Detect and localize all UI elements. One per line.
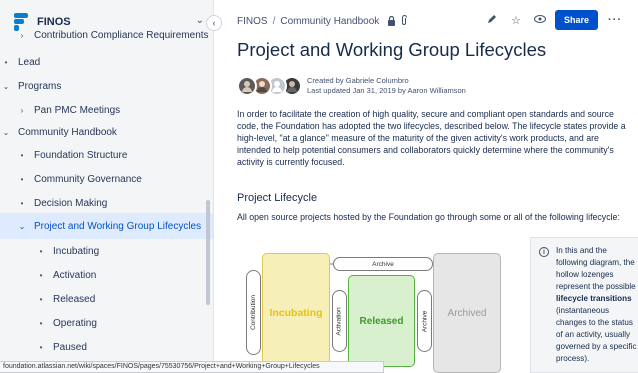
sidebar-item[interactable]: • Activation <box>0 262 213 288</box>
byline: Created by Gabriele Columbro Last update… <box>237 74 466 98</box>
sidebar-item[interactable]: • Released <box>0 286 213 312</box>
breadcrumb-parent[interactable]: Community Handbook <box>280 16 379 27</box>
share-button[interactable]: Share <box>554 10 598 30</box>
attachment-icon[interactable] <box>400 15 408 28</box>
more-icon[interactable]: ··· <box>604 14 626 26</box>
star-icon[interactable]: ☆ <box>505 14 527 27</box>
sidebar-item-label: Community Governance <box>34 173 142 185</box>
tree-marker-icon: • <box>20 174 24 184</box>
transition-contribution: Contribution <box>246 270 261 355</box>
created-by[interactable]: Created by Gabriele Columbro <box>307 76 466 86</box>
sidebar-item[interactable]: • Foundation Structure <box>0 142 213 168</box>
tree-marker-icon: • <box>39 342 43 352</box>
sidebar-item[interactable]: • Lead <box>0 49 213 75</box>
lock-icon[interactable] <box>387 15 396 28</box>
tree-marker-icon: ⌄ <box>2 127 10 137</box>
tree-marker-icon: • <box>39 294 43 304</box>
tree-marker-icon: • <box>39 246 43 256</box>
sidebar-item-label: Decision Making <box>34 197 108 209</box>
sidebar-item-label: Pan PMC Meetings <box>34 104 121 116</box>
state-released: Released <box>348 275 415 367</box>
tree-marker-icon: ⌄ <box>18 221 26 231</box>
lifecycle-paragraph: All open source projects hosted by the F… <box>237 212 620 222</box>
avatar[interactable] <box>237 76 257 96</box>
link-status-bar: foundation.atlassian.net/wiki/spaces/FIN… <box>0 361 384 373</box>
sidebar-item[interactable]: ⌄ Project and Working Group Lifecycles <box>0 213 213 239</box>
intro-paragraph: In order to facilitate the creation of h… <box>237 109 626 167</box>
sidebar-item-label: Programs <box>18 80 62 92</box>
tree-marker-icon: › <box>20 30 24 40</box>
breadcrumb-separator: / <box>272 16 276 27</box>
info-text: In this and the following diagram, the h… <box>556 246 637 363</box>
page-title: Project and Working Group Lifecycles <box>237 39 547 60</box>
tree-marker-icon: • <box>20 198 24 208</box>
sidebar-item-label: Foundation Structure <box>34 149 128 161</box>
sidebar-item[interactable]: • Community Governance <box>0 166 213 192</box>
sidebar-item[interactable]: • Operating <box>0 310 213 336</box>
page-toolbar: ☆ Share ··· <box>481 10 628 30</box>
sidebar-item-label: Released <box>53 293 96 305</box>
breadcrumb-space[interactable]: FINOS <box>237 16 268 27</box>
sidebar-item[interactable]: ⌄ Programs <box>0 73 213 99</box>
sidebar-item-label: Community Handbook <box>18 126 117 138</box>
breadcrumb: FINOS / Community Handbook <box>237 15 408 28</box>
info-icon: i <box>539 247 549 257</box>
sidebar-item-label: Activation <box>53 269 97 281</box>
last-updated[interactable]: Last updated Jan 31, 2019 by Aaron Willi… <box>307 86 466 96</box>
tree-marker-icon: ⌄ <box>2 81 10 91</box>
lifecycle-diagram: Incubating Released Archived Archive Con… <box>237 245 522 373</box>
sidebar-item-label: Contribution Compliance Requirements <box>34 29 209 41</box>
tree-marker-icon: • <box>4 57 8 67</box>
sidebar-item-label: Incubating <box>53 245 100 257</box>
sidebar: FINOS ⌄ › Contribution Compliance Require… <box>0 0 214 373</box>
transition-activation: Activation <box>332 290 347 352</box>
sidebar-scrollbar[interactable] <box>206 200 210 305</box>
sidebar-item[interactable]: › Contribution Compliance Requirements <box>0 22 213 48</box>
tree-marker-icon: • <box>20 150 24 160</box>
sidebar-item[interactable]: • Paused <box>0 334 213 360</box>
info-panel: i In this and the following diagram, the… <box>530 237 638 373</box>
transition-archive-top: Archive <box>333 257 433 271</box>
edit-icon[interactable] <box>481 14 503 27</box>
sidebar-item-label: Paused <box>53 341 87 353</box>
section-heading: Project Lifecycle <box>237 192 318 204</box>
sidebar-item-label: Operating <box>53 317 97 329</box>
transition-archive-right: Archive <box>417 290 432 352</box>
tree-marker-icon: • <box>39 318 43 328</box>
watch-icon[interactable] <box>529 14 551 26</box>
state-archived: Archived <box>433 253 501 373</box>
tree-marker-icon: • <box>39 270 43 280</box>
tree-marker-icon: › <box>20 105 24 115</box>
sidebar-item[interactable]: • Incubating <box>0 238 213 264</box>
byline-text: Created by Gabriele Columbro Last update… <box>307 76 466 96</box>
sidebar-item-label: Lead <box>18 56 41 68</box>
sidebar-item-label: Project and Working Group Lifecycles <box>34 220 202 232</box>
state-incubating: Incubating <box>262 253 330 373</box>
collapse-sidebar-icon[interactable]: ‹ <box>206 15 222 31</box>
